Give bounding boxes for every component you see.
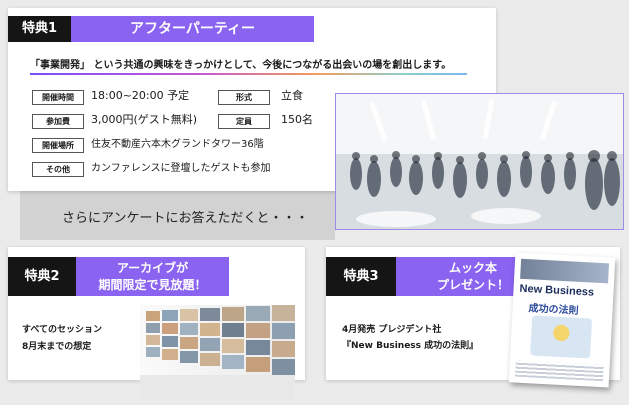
- venue-value: 住友不動産六本木グランドタワー36階: [91, 139, 264, 150]
- book-cover: New Business 成功の法則: [508, 252, 616, 388]
- perk2-body-line2: 8月末までの想定: [22, 342, 92, 352]
- other-label: その他: [32, 162, 84, 177]
- fee-value: 3,000円(ゲスト無料): [91, 113, 198, 126]
- party-crowd-image: [336, 94, 623, 229]
- party-photo: [335, 93, 624, 230]
- format-value: 立食: [281, 89, 303, 102]
- format-label: 形式: [218, 90, 270, 105]
- perk1-intro: 「事業開発」 という共通の興味をきっかけとして、今後につながる出会いの場を創出し…: [30, 60, 452, 71]
- book-title-en: New Business: [519, 282, 595, 299]
- perk2-title-line1: アーカイブが: [116, 261, 189, 275]
- book-title-jp: 成功の法則: [528, 303, 579, 317]
- venue-label: 開催場所: [32, 138, 84, 153]
- perk3-badge-label: 特典3: [343, 269, 379, 284]
- time-value: 18:00~20:00 予定: [91, 89, 190, 102]
- perk1-badge-label: 特典1: [21, 21, 58, 36]
- perk1-title: アフターパーティー: [129, 21, 256, 37]
- perk1-divider: [30, 73, 467, 75]
- fee-label: 参加費: [32, 114, 84, 129]
- video-wall-image: [140, 305, 295, 400]
- capacity-value: 150名: [281, 113, 313, 126]
- video-wall-photo: [140, 305, 295, 400]
- perk2-badge: 特典2: [8, 257, 76, 296]
- perk2-body-line1: すべてのセッション: [22, 325, 103, 335]
- perk1-badge: 特典1: [8, 16, 71, 42]
- capacity-label: 定員: [218, 114, 270, 129]
- time-label: 開催時間: [32, 90, 84, 105]
- perk3-body-line1: 4月発売 プレジデント社: [342, 325, 442, 335]
- perk2-title-bar: アーカイブが 期間限定で見放題！: [76, 257, 229, 296]
- book-illustration: [530, 315, 593, 359]
- perk3-badge: 特典3: [326, 257, 396, 296]
- perk2-title-line2: 期間限定で見放題！: [98, 278, 207, 292]
- perk1-title-bar: アフターパーティー: [71, 16, 314, 42]
- other-value: カンファレンスに登壇したゲストも参加: [91, 163, 271, 174]
- perk2-badge-label: 特典2: [24, 269, 60, 284]
- perk3-body-line2: 『New Business 成功の法則』: [342, 341, 479, 351]
- survey-banner-text: さらにアンケートにお答えただくと・・・: [62, 211, 309, 226]
- book-cover-header: [520, 258, 610, 284]
- book-cover-footer: [514, 360, 604, 382]
